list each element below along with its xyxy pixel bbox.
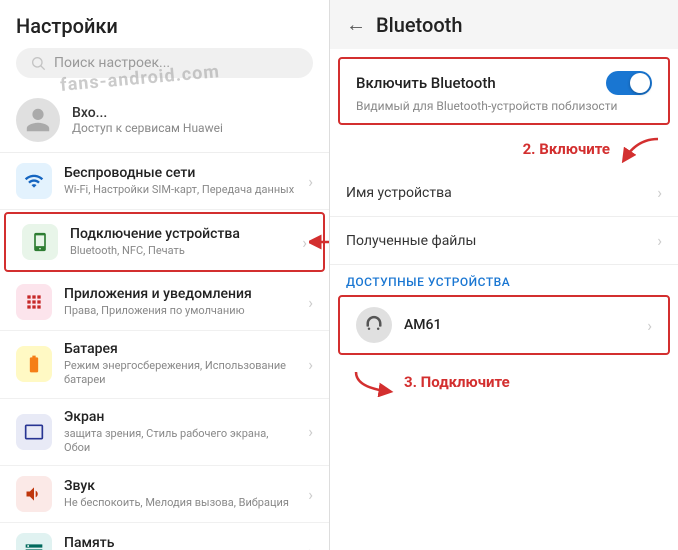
wifi-chevron: › [308, 172, 313, 191]
am61-chevron: › [647, 316, 652, 335]
toggle-knob [630, 73, 650, 93]
profile-text: Вхо... Доступ к сервисам Huawei [72, 105, 223, 135]
bluetooth-content: Включить Bluetooth Видимый для Bluetooth… [330, 49, 678, 550]
wifi-desc: Wi-Fi, Настройки SIM-карт, Передача данн… [64, 183, 296, 197]
bluetooth-enable-row[interactable]: Включить Bluetooth [340, 59, 668, 99]
profile-name: Вхо... [72, 105, 223, 121]
profile-row[interactable]: Вхо... Доступ к сервисам Huawei [0, 88, 329, 153]
wifi-text: Беспроводные сети Wi-Fi, Настройки SIM-к… [64, 165, 296, 197]
search-icon [30, 55, 46, 71]
device-connection-icon [22, 224, 58, 260]
storage-name: Память [64, 535, 296, 550]
device-name-row-label: Имя устройства [346, 185, 657, 201]
device-am61-row[interactable]: AM61 › [338, 295, 670, 355]
bluetooth-enable-label: Включить Bluetooth [356, 74, 496, 92]
enable-arrow-svg [618, 135, 662, 163]
connect-annotation-row: 3. Подключите [330, 363, 678, 397]
am61-device-name: AM61 [404, 317, 635, 333]
search-box[interactable]: Поиск настроек... [16, 48, 313, 78]
headphones-icon [356, 307, 392, 343]
connect-arrow-svg [346, 367, 396, 397]
received-files-label: Полученные файлы [346, 233, 657, 249]
device-name-chevron: › [657, 183, 662, 202]
settings-item-display[interactable]: Экран защита зрения, Стиль рабочего экра… [0, 399, 329, 467]
bluetooth-enable-section: Включить Bluetooth Видимый для Bluetooth… [338, 57, 670, 125]
settings-list: Беспроводные сети Wi-Fi, Настройки SIM-к… [0, 153, 329, 550]
device-name-row[interactable]: Имя устройства › [330, 169, 678, 217]
device-chevron: › [302, 233, 307, 252]
battery-desc: Режим энергосбережения, Использование ба… [64, 359, 296, 388]
settings-title: Настройки [16, 14, 313, 38]
storage-icon [16, 533, 52, 550]
apps-desc: Права, Приложения по умолчанию [64, 304, 296, 318]
wifi-icon [16, 163, 52, 199]
settings-item-device[interactable]: Подключение устройства Bluetooth, NFC, П… [4, 212, 325, 272]
device-name-label: Подключение устройства [70, 226, 290, 242]
settings-item-wifi[interactable]: Беспроводные сети Wi-Fi, Настройки SIM-к… [0, 153, 329, 210]
connect-annotation-label: 3. Подключите [404, 373, 510, 391]
settings-item-battery[interactable]: Батарея Режим энергосбережения, Использо… [0, 331, 329, 399]
profile-subtitle: Доступ к сервисам Huawei [72, 121, 223, 135]
sound-text: Звук Не беспокоить, Мелодия вызова, Вибр… [64, 478, 296, 510]
apps-text: Приложения и уведомления Права, Приложен… [64, 286, 296, 318]
display-name: Экран [64, 409, 296, 425]
received-files-chevron: › [657, 231, 662, 250]
received-files-row[interactable]: Полученные файлы › [330, 217, 678, 265]
search-placeholder: Поиск настроек... [54, 55, 170, 71]
settings-item-apps[interactable]: Приложения и уведомления Права, Приложен… [0, 274, 329, 331]
back-button[interactable]: ← [346, 12, 366, 37]
battery-text: Батарея Режим энергосбережения, Использо… [64, 341, 296, 388]
open-arrow-svg [309, 230, 329, 254]
settings-left-panel: Настройки Поиск настроек... Вхо... Досту… [0, 0, 330, 550]
enable-annotation-row: 2. Включите [330, 133, 678, 169]
sound-icon [16, 476, 52, 512]
display-desc: защита зрения, Стиль рабочего экрана, Об… [64, 427, 296, 456]
device-text: Подключение устройства Bluetooth, NFC, П… [70, 226, 290, 258]
battery-name: Батарея [64, 341, 296, 357]
enable-annotation-label: 2. Включите [523, 140, 610, 158]
settings-item-sound[interactable]: Звук Не беспокоить, Мелодия вызова, Вибр… [0, 466, 329, 523]
display-text: Экран защита зрения, Стиль рабочего экра… [64, 409, 296, 456]
sound-chevron: › [308, 485, 313, 504]
settings-item-storage[interactable]: Память Память, Очистка памяти › [0, 523, 329, 550]
storage-chevron: › [308, 542, 313, 550]
battery-icon [16, 346, 52, 382]
apps-name: Приложения и уведомления [64, 286, 296, 302]
right-header: ← Bluetooth [330, 0, 678, 49]
avatar [16, 98, 60, 142]
sound-desc: Не беспокоить, Мелодия вызова, Вибрация [64, 496, 296, 510]
apps-chevron: › [308, 293, 313, 312]
bluetooth-visible-text: Видимый для Bluetooth-устройств поблизос… [340, 99, 668, 123]
bluetooth-right-panel: ← Bluetooth Включить Bluetooth Видимый д… [330, 0, 678, 550]
storage-text: Память Память, Очистка памяти [64, 535, 296, 550]
display-icon [16, 414, 52, 450]
available-section-header: ДОСТУПНЫЕ УСТРОЙСТВА [330, 265, 678, 295]
battery-chevron: › [308, 355, 313, 374]
right-title: Bluetooth [376, 13, 462, 37]
apps-icon [16, 284, 52, 320]
device-desc: Bluetooth, NFC, Печать [70, 244, 290, 258]
sound-name: Звук [64, 478, 296, 494]
wifi-name: Беспроводные сети [64, 165, 296, 181]
left-header: Настройки Поиск настроек... [0, 0, 329, 88]
display-chevron: › [308, 422, 313, 441]
bluetooth-toggle[interactable] [606, 71, 652, 95]
